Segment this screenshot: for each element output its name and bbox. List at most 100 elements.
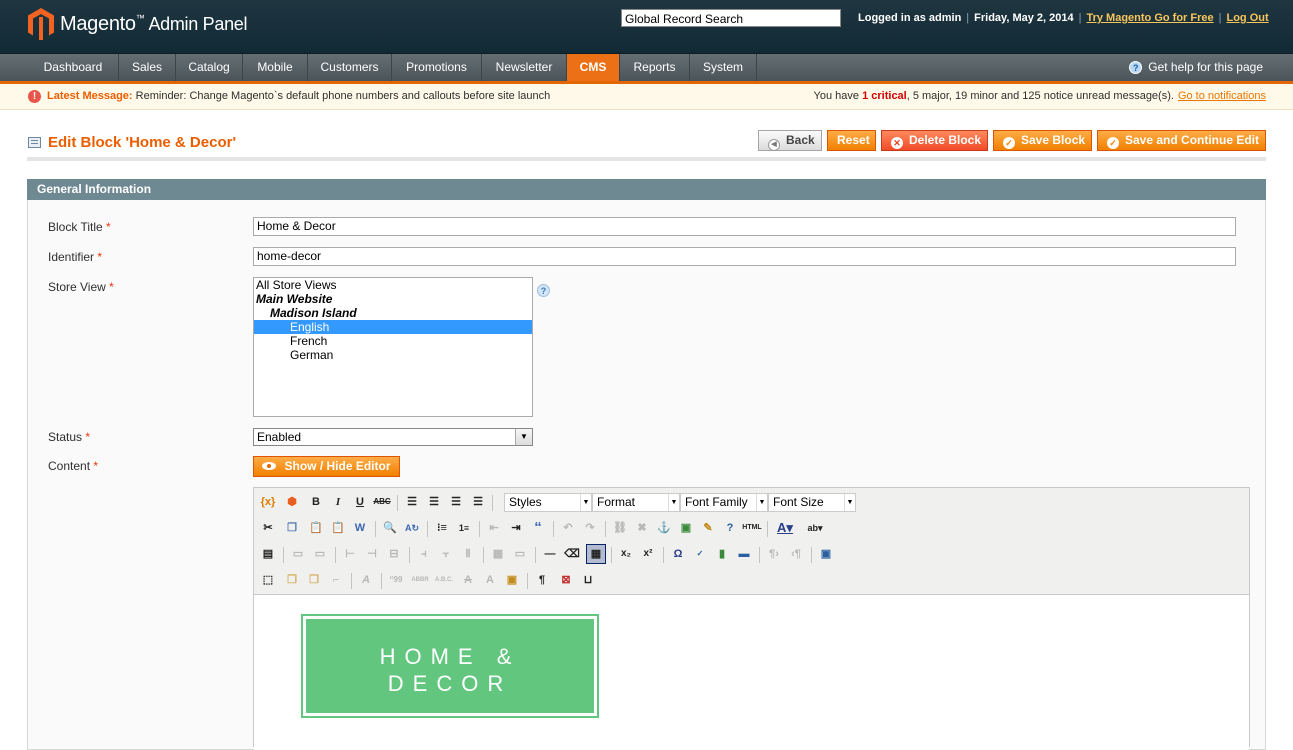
attributes-icon[interactable]: ▣ [502, 570, 522, 590]
find-icon[interactable]: 🔍 [380, 518, 400, 538]
media-icon[interactable]: ▮ [712, 544, 732, 564]
nav-mobile[interactable]: Mobile [243, 54, 308, 81]
bullet-list-icon[interactable]: ⁝≡ [432, 518, 452, 538]
insert-layer-box-icon[interactable]: ⬚ [258, 570, 278, 590]
reset-button[interactable]: Reset [827, 130, 876, 151]
merge-cells-icon[interactable]: ▭ [510, 544, 530, 564]
ins-icon[interactable]: A [480, 570, 500, 590]
nav-sales[interactable]: Sales [119, 54, 176, 81]
cite-icon[interactable]: “99 [386, 570, 406, 590]
horizontal-rule-icon[interactable]: — [540, 544, 560, 564]
store-option-french[interactable]: French [254, 334, 532, 348]
align-left-icon[interactable]: ☰ [402, 492, 422, 512]
ltr-icon[interactable]: ¶› [764, 544, 784, 564]
save-block-button[interactable]: ✓ Save Block [993, 130, 1092, 151]
try-magento-go-link[interactable]: Try Magento Go for Free [1086, 12, 1213, 24]
insert-col-after-icon[interactable]: ⫟ [436, 544, 456, 564]
blockquote-icon[interactable]: “ [528, 518, 548, 538]
copy-icon[interactable]: ❐ [282, 518, 302, 538]
global-search-input[interactable]: Global Record Search [621, 9, 841, 27]
status-select[interactable]: Enabled ▼ [253, 428, 533, 446]
show-hide-editor-button[interactable]: Show / Hide Editor [253, 456, 400, 477]
editor-content-area[interactable]: HOME & DECOR [254, 594, 1249, 750]
outdent-icon[interactable]: ⇤ [484, 518, 504, 538]
underline-icon[interactable]: U [350, 492, 370, 512]
visual-chars-icon[interactable]: ⊠ [556, 570, 576, 590]
show-blocks-icon[interactable]: ¶ [532, 570, 552, 590]
insert-field-icon[interactable]: ▬ [734, 544, 754, 564]
nav-promotions[interactable]: Promotions [392, 54, 482, 81]
nav-newsletter[interactable]: Newsletter [482, 54, 567, 81]
undo-icon[interactable]: ↶ [558, 518, 578, 538]
subscript-icon[interactable]: x₂ [616, 544, 636, 564]
remove-format-icon[interactable]: ⌫ [562, 544, 582, 564]
strikethrough-icon[interactable]: ABC [372, 492, 392, 512]
insert-layer-icon[interactable]: ▤ [258, 544, 278, 564]
identifier-input[interactable]: home-decor [253, 247, 1236, 266]
italic-icon[interactable]: I [328, 492, 348, 512]
delete-col-icon[interactable]: Ⅱ [458, 544, 478, 564]
save-and-continue-button[interactable]: ✓ Save and Continue Edit [1097, 130, 1266, 151]
move-forward-icon[interactable]: ❐ [282, 570, 302, 590]
nav-system[interactable]: System [690, 54, 757, 81]
abbr-icon[interactable]: ABBR [410, 570, 430, 590]
superscript-icon[interactable]: x² [638, 544, 658, 564]
paste-text-icon[interactable]: 📋 [328, 518, 348, 538]
style-props-icon[interactable]: A [356, 570, 376, 590]
help-icon[interactable]: ? [720, 518, 740, 538]
insert-widget-icon[interactable]: ⬢ [282, 492, 302, 512]
help-link[interactable]: ? Get help for this page [1129, 54, 1263, 81]
nav-customers[interactable]: Customers [308, 54, 392, 81]
insert-image-icon[interactable]: ▣ [676, 518, 696, 538]
table-icon[interactable]: ▦ [586, 544, 606, 564]
absolute-position-icon[interactable]: ⌐ [326, 570, 346, 590]
redo-icon[interactable]: ↷ [580, 518, 600, 538]
nav-reports[interactable]: Reports [620, 54, 690, 81]
store-option-all[interactable]: All Store Views [254, 278, 532, 292]
spellcheck-icon[interactable]: ✓ [690, 544, 710, 564]
special-char-icon[interactable]: Ω [668, 544, 688, 564]
insert-row-after-icon[interactable]: ⊣ [362, 544, 382, 564]
format-dropdown[interactable]: Format ▼ [592, 493, 680, 512]
logout-link[interactable]: Log Out [1226, 12, 1268, 24]
move-backward-icon[interactable]: ❐ [304, 570, 324, 590]
fullscreen-icon[interactable]: ▣ [816, 544, 836, 564]
anchor-icon[interactable]: ⚓ [654, 518, 674, 538]
replace-icon[interactable]: A↻ [402, 518, 422, 538]
background-color-icon[interactable]: ab▾ [800, 518, 830, 538]
store-option-english[interactable]: English [254, 320, 532, 334]
insert-row-before-icon[interactable]: ⊢ [340, 544, 360, 564]
nonbreaking-icon[interactable]: ⊔ [578, 570, 598, 590]
bold-icon[interactable]: B [306, 492, 326, 512]
del-icon[interactable]: A [458, 570, 478, 590]
store-option-german[interactable]: German [254, 348, 532, 362]
go-to-notifications-link[interactable]: Go to notifications [1178, 90, 1266, 102]
paste-word-icon[interactable]: W [350, 518, 370, 538]
nav-dashboard[interactable]: Dashboard [28, 54, 119, 81]
insert-col-before-icon[interactable]: ⫞ [414, 544, 434, 564]
link-icon[interactable]: ⛓ [610, 518, 630, 538]
split-cells-icon[interactable]: ▦ [488, 544, 508, 564]
block-title-input[interactable]: Home & Decor [253, 217, 1236, 236]
table-cell-props-icon[interactable]: ▭ [310, 544, 330, 564]
styles-dropdown[interactable]: Styles ▼ [504, 493, 592, 512]
font-family-dropdown[interactable]: Font Family ▼ [680, 493, 768, 512]
store-view-multiselect[interactable]: All Store Views Main Website Madison Isl… [253, 277, 533, 417]
table-row-props-icon[interactable]: ▭ [288, 544, 308, 564]
store-view-help-icon[interactable]: ? [537, 284, 550, 297]
indent-icon[interactable]: ⇥ [506, 518, 526, 538]
rtl-icon[interactable]: ‹¶ [786, 544, 806, 564]
delete-block-button[interactable]: ✕ Delete Block [881, 130, 988, 151]
nav-cms[interactable]: CMS [567, 54, 620, 81]
nav-catalog[interactable]: Catalog [176, 54, 243, 81]
align-center-icon[interactable]: ☰ [424, 492, 444, 512]
back-button[interactable]: ◀ Back [758, 130, 822, 151]
acronym-icon[interactable]: A.B.C. [434, 570, 454, 590]
cleanup-icon[interactable]: ✎ [698, 518, 718, 538]
align-right-icon[interactable]: ☰ [446, 492, 466, 512]
delete-row-icon[interactable]: ⊟ [384, 544, 404, 564]
align-justify-icon[interactable]: ☰ [468, 492, 488, 512]
html-source-icon[interactable]: HTML [742, 518, 762, 538]
cut-icon[interactable]: ✂ [258, 518, 278, 538]
paste-icon[interactable]: 📋 [306, 518, 326, 538]
